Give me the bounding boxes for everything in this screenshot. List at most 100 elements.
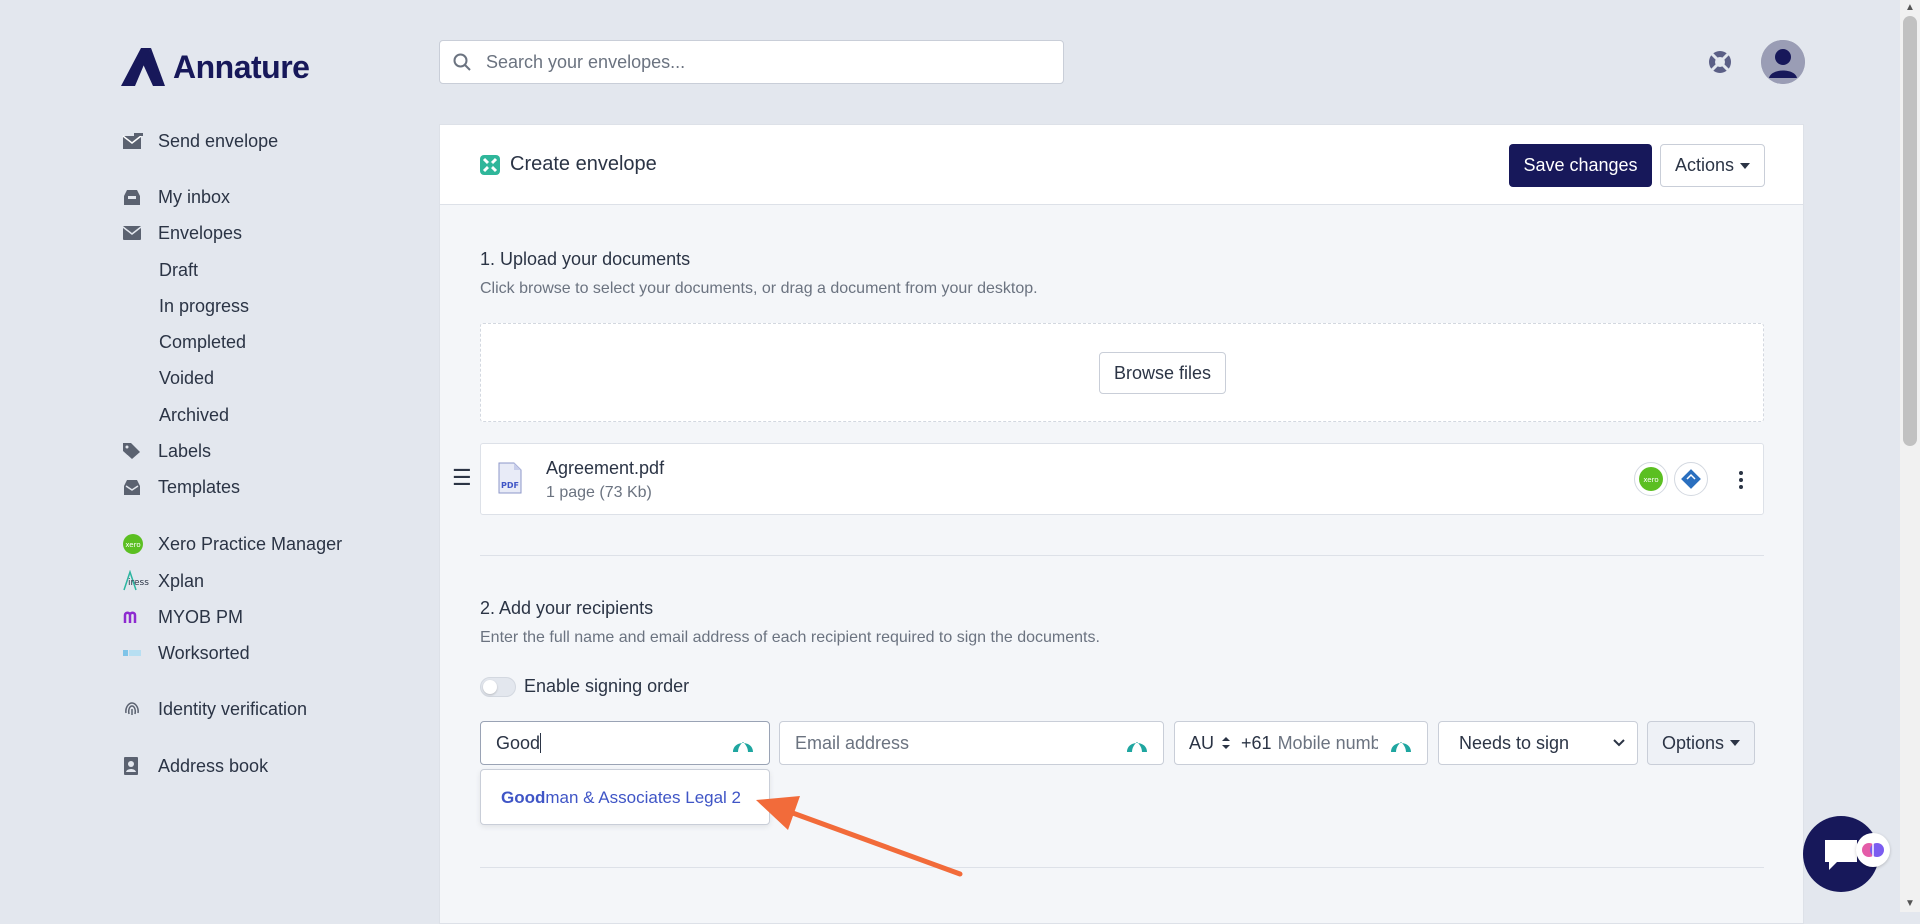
sidebar-item-send-envelope[interactable]: Send envelope: [122, 127, 278, 155]
search-icon: [440, 53, 484, 71]
browse-files-button[interactable]: Browse files: [1099, 352, 1226, 394]
user-icon: [1761, 40, 1805, 84]
page-title: Create envelope: [480, 153, 657, 176]
country-code-select[interactable]: AU: [1175, 733, 1214, 754]
section-divider: [480, 867, 1764, 868]
brand-name: Annature: [173, 48, 310, 85]
card-header: Create envelope Save changes Actions: [440, 125, 1803, 205]
document-name[interactable]: Agreement.pdf: [546, 458, 664, 479]
sidebar-item-labels[interactable]: Labels: [122, 437, 211, 465]
search-input[interactable]: [484, 50, 1044, 74]
recipients-section-description: Enter the full name and email address of…: [480, 629, 1100, 646]
document-more-icon[interactable]: [1731, 466, 1751, 494]
email-placeholder: Email address: [795, 732, 910, 753]
sidebar-item-address-book[interactable]: Address book: [122, 752, 268, 780]
sidebar-item-xero-practice-manager[interactable]: xero Xero Practice Manager: [122, 530, 342, 558]
sidebar-label: Labels: [158, 440, 212, 461]
recipient-name-value: Good: [496, 732, 541, 753]
sidebar-item-voided[interactable]: Voided: [159, 368, 214, 389]
sidebar-item-draft[interactable]: Draft: [159, 260, 198, 281]
send-envelope-icon: [122, 132, 158, 150]
sidebar-item-completed[interactable]: Completed: [159, 332, 246, 353]
sidebar-item-xplan[interactable]: iress Xplan: [122, 567, 204, 595]
mobile-placeholder: Mobile number: [1277, 732, 1378, 753]
annature-contacts-icon[interactable]: [1125, 732, 1149, 754]
sidebar-label: Address book: [158, 755, 269, 776]
contact-suggestion-item[interactable]: Goodman & Associates Legal 2: [501, 788, 741, 808]
actions-dropdown-button[interactable]: Actions: [1660, 144, 1765, 187]
annature-contacts-icon[interactable]: [1389, 732, 1413, 754]
pdf-file-icon: PDF: [498, 462, 522, 494]
create-envelope-icon: [480, 154, 500, 175]
svg-text:xero: xero: [1643, 476, 1658, 484]
myob-logo-icon: [122, 609, 158, 625]
sidebar-label: Worksorted: [158, 642, 250, 663]
scroll-down-icon[interactable]: ▼: [1904, 898, 1916, 910]
drag-handle-icon[interactable]: ☰: [452, 465, 472, 491]
save-changes-button[interactable]: Save changes: [1509, 144, 1652, 187]
caret-down-icon: [1730, 740, 1741, 746]
sidebar-label: Xero Practice Manager: [158, 533, 343, 554]
options-label: Options: [1661, 732, 1725, 753]
signing-order-toggle[interactable]: [480, 677, 516, 697]
sort-arrows-icon: [1222, 737, 1231, 749]
address-book-icon: [122, 756, 158, 776]
help-lifebuoy-icon[interactable]: [1706, 48, 1734, 76]
recipients-section-title: 2. Add your recipients: [480, 598, 654, 618]
page-title-text: Create envelope: [510, 153, 657, 175]
section-divider: [480, 555, 1764, 556]
xero-badge-icon[interactable]: xero: [1634, 462, 1668, 496]
annature-logo[interactable]: Annature: [121, 48, 310, 86]
svg-text:PDF: PDF: [501, 481, 519, 490]
sidebar-item-envelopes[interactable]: Envelopes: [122, 219, 242, 247]
search-bar[interactable]: [439, 40, 1064, 84]
sidebar-item-archived[interactable]: Archived: [159, 405, 229, 426]
recipient-options-button[interactable]: Options: [1647, 721, 1755, 765]
inbox-icon: [122, 188, 158, 206]
fingerprint-icon: [122, 699, 158, 719]
contact-suggestions-dropdown: Goodman & Associates Legal 2: [480, 769, 770, 825]
recipient-email-field[interactable]: Email address: [779, 721, 1164, 765]
sidebar-label: Identity verification: [158, 698, 308, 719]
template-icon: [122, 478, 158, 496]
upload-section-title: 1. Upload your documents: [480, 249, 691, 269]
sidebar-label: Send envelope: [158, 130, 279, 151]
recipient-name-field[interactable]: Good: [480, 721, 770, 765]
actions-label: Actions: [1674, 155, 1735, 175]
document-integrations: xero: [1634, 462, 1708, 496]
xero-logo-icon: xero: [122, 533, 158, 555]
sidebar-item-myob-pm[interactable]: MYOB PM: [122, 603, 243, 631]
sidebar-item-worksorted[interactable]: Worksorted: [122, 639, 250, 667]
sidebar-label: Envelopes: [158, 222, 243, 243]
svg-text:xero: xero: [125, 541, 140, 549]
sidebar-label: MYOB PM: [158, 606, 244, 627]
ai-assistant-icon[interactable]: [1856, 833, 1890, 867]
dial-code: +61: [1241, 732, 1272, 753]
iress-logo-icon: iress: [122, 570, 158, 592]
user-avatar[interactable]: [1761, 40, 1805, 84]
sidebar-item-in-progress[interactable]: In progress: [159, 296, 249, 317]
annature-contacts-icon[interactable]: [731, 732, 755, 754]
chat-bubble-icon: [1825, 840, 1857, 870]
sidebar-item-my-inbox[interactable]: My inbox: [122, 183, 230, 211]
sidebar-item-identity-verification[interactable]: Identity verification: [122, 695, 307, 723]
text-cursor: [540, 733, 542, 753]
tag-icon: [122, 442, 158, 460]
signing-order-label: Enable signing order: [524, 676, 690, 696]
create-envelope-card: Create envelope Save changes Actions 1. …: [439, 124, 1804, 924]
recipient-role-select[interactable]: Needs to sign: [1438, 721, 1638, 765]
scrollbar-thumb[interactable]: [1903, 16, 1917, 446]
sidebar-label: My inbox: [158, 186, 231, 207]
caret-down-icon: [1740, 162, 1751, 169]
svg-text:iress: iress: [128, 578, 149, 588]
sidebar-item-templates[interactable]: Templates: [122, 473, 240, 501]
recipient-mobile-field[interactable]: AU +61 Mobile number: [1174, 721, 1428, 765]
file-dropzone[interactable]: Browse files: [480, 323, 1764, 422]
diamond-integration-icon[interactable]: [1674, 462, 1708, 496]
document-meta: 1 page (73 Kb): [546, 484, 652, 501]
suggestion-match-text: Good: [501, 788, 546, 807]
sidebar-label: Templates: [158, 476, 241, 497]
suggestion-rest-text: man & Associates Legal 2: [545, 788, 742, 807]
envelope-icon: [122, 225, 158, 241]
scroll-up-icon[interactable]: ▲: [1904, 2, 1916, 14]
